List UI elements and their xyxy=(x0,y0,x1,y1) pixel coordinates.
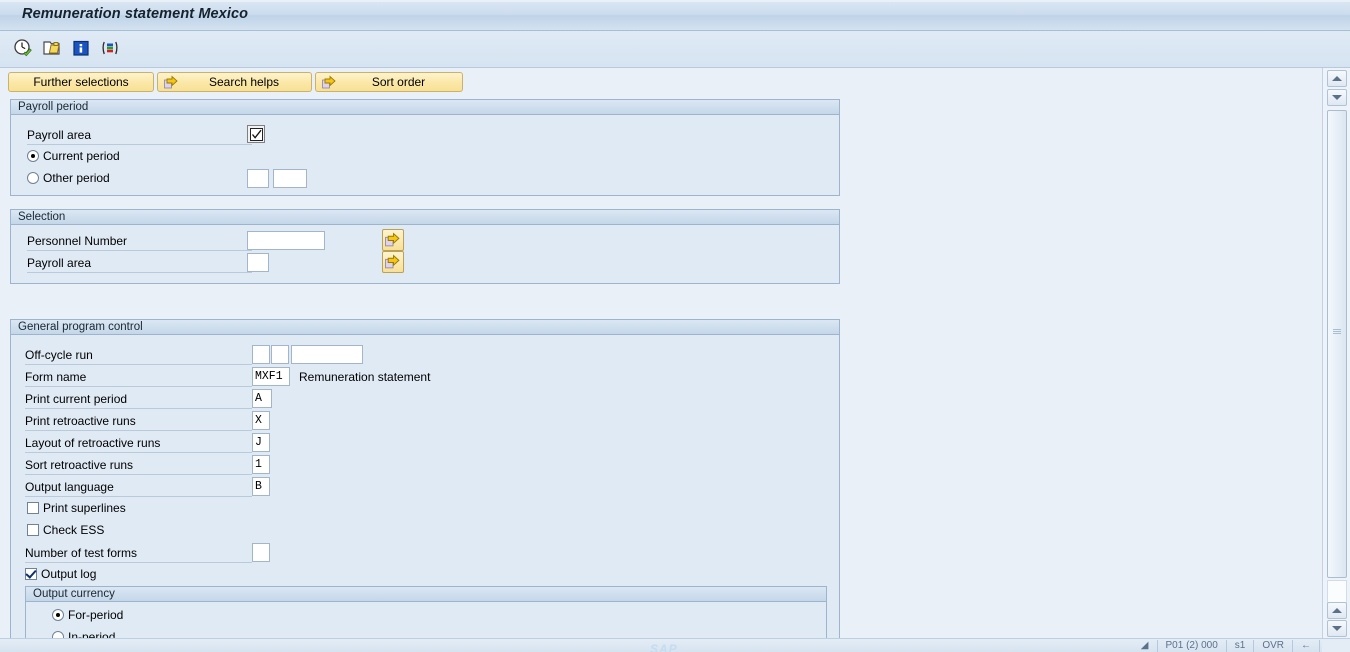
other-period-input-1[interactable] xyxy=(247,169,269,188)
number-of-test-forms-label: Number of test forms xyxy=(25,543,252,563)
scrollbar-thumb[interactable] xyxy=(1327,110,1347,578)
chevron-up-icon xyxy=(1332,76,1342,81)
further-selections-label: Further selections xyxy=(33,75,129,89)
sort-retroactive-runs-label: Sort retroactive runs xyxy=(25,455,252,475)
group-general-program-control-body: Off-cycle run Form name Remuneration sta… xyxy=(11,335,839,638)
group-selection-body: Personnel Number Payroll area xyxy=(11,225,839,283)
checkbox-print-superlines[interactable] xyxy=(27,502,39,514)
scroll-up-button[interactable] xyxy=(1327,70,1347,87)
status-bar: SAP ◢ P01 (2) 000 s1 OVR ← ⎙ xyxy=(0,638,1350,652)
payroll-area-label: Payroll area xyxy=(27,125,252,145)
group-output-currency-title: Output currency xyxy=(26,587,826,602)
off-cycle-run-input-2[interactable] xyxy=(271,345,289,364)
personnel-number-input[interactable] xyxy=(247,231,325,250)
off-cycle-run-input-3[interactable] xyxy=(291,345,363,364)
other-period-input-2[interactable] xyxy=(273,169,307,188)
search-helps-button[interactable]: Search helps xyxy=(157,72,312,92)
group-payroll-period-body: Payroll area Current period Other period xyxy=(11,115,839,195)
sort-order-label: Sort order xyxy=(371,75,426,89)
radio-in-period[interactable] xyxy=(52,631,64,638)
output-language-label: Output language xyxy=(25,477,252,497)
checkbox-print-superlines-label: Print superlines xyxy=(43,501,126,515)
group-selection-title: Selection xyxy=(11,210,839,225)
save-variant-icon[interactable] xyxy=(41,37,63,59)
group-payroll-period: Payroll period Payroll area Current peri… xyxy=(10,99,840,196)
personnel-number-multi-select-button[interactable] xyxy=(382,229,404,251)
application-toolbar: © www.tutorialkart.com xyxy=(0,31,1350,93)
status-server-cell: s1 xyxy=(1225,640,1254,652)
group-selection: Selection Personnel Number Payroll area xyxy=(10,209,840,284)
group-payroll-period-title: Payroll period xyxy=(11,100,839,115)
form-name-input[interactable] xyxy=(252,367,290,386)
print-current-period-input[interactable] xyxy=(252,389,272,408)
window-title-bar: Remuneration statement Mexico xyxy=(0,0,1350,31)
group-output-currency: Output currency For-period In-period xyxy=(25,586,827,638)
title-highlight-line xyxy=(0,0,1350,2)
yellow-arrow-icon xyxy=(164,74,179,90)
chevron-up-icon xyxy=(1332,608,1342,613)
chevron-down-icon xyxy=(1332,95,1342,100)
layout-of-retroactive-runs-label: Layout of retroactive runs xyxy=(25,433,252,453)
layout-of-retroactive-runs-input[interactable] xyxy=(252,433,270,452)
status-bar-corner xyxy=(1322,639,1350,652)
radio-for-period[interactable] xyxy=(52,609,64,621)
search-helps-label: Search helps xyxy=(208,75,280,89)
vertical-scrollbar[interactable] xyxy=(1322,68,1350,638)
personnel-number-label: Personnel Number xyxy=(27,231,252,251)
further-selections-button[interactable]: Further selections xyxy=(8,72,154,92)
yellow-arrow-icon xyxy=(322,74,337,90)
scroll-page-up-button[interactable] xyxy=(1327,602,1347,619)
multiple-selection-icon[interactable] xyxy=(99,37,121,59)
off-cycle-run-label: Off-cycle run xyxy=(25,345,252,365)
print-retroactive-runs-label: Print retroactive runs xyxy=(25,411,252,431)
radio-for-period-label: For-period xyxy=(68,608,124,622)
radio-other-period-label: Other period xyxy=(43,171,110,185)
toolbar-icon-group xyxy=(12,37,121,59)
selection-payroll-area-multi-select-button[interactable] xyxy=(382,251,404,273)
radio-other-period[interactable] xyxy=(27,172,39,184)
scroll-page-down-button[interactable] xyxy=(1327,620,1347,637)
payroll-area-checkbox-button[interactable] xyxy=(247,125,265,143)
chevron-down-icon xyxy=(1332,626,1342,631)
number-of-test-forms-input[interactable] xyxy=(252,543,270,562)
checkbox-check-ess[interactable] xyxy=(27,524,39,536)
print-current-period-label: Print current period xyxy=(25,389,252,409)
action-button-row: Further selections Search helps Sort ord… xyxy=(8,72,463,92)
selection-payroll-area-label: Payroll area xyxy=(27,253,252,273)
status-resize-handle[interactable]: ← xyxy=(1292,640,1319,652)
checkbox-output-log[interactable] xyxy=(25,568,37,580)
selection-payroll-area-input[interactable] xyxy=(247,253,269,272)
print-retroactive-runs-input[interactable] xyxy=(252,411,270,430)
output-language-input[interactable] xyxy=(252,477,270,496)
status-system-cell[interactable]: P01 (2) 000 xyxy=(1156,640,1226,652)
status-cursor-icon: ◢ xyxy=(1140,640,1149,651)
status-insert-mode-cell[interactable]: OVR xyxy=(1253,640,1292,652)
scroll-down-button[interactable] xyxy=(1327,89,1347,106)
radio-in-period-label: In-period xyxy=(68,630,116,638)
execute-clock-icon[interactable] xyxy=(12,37,34,59)
radio-current-period-label: Current period xyxy=(43,149,120,163)
group-general-program-control-title: General program control xyxy=(11,320,839,335)
off-cycle-run-input-1[interactable] xyxy=(252,345,270,364)
selection-screen-content: Further selections Search helps Sort ord… xyxy=(0,68,1322,638)
sort-order-button[interactable]: Sort order xyxy=(315,72,463,92)
group-general-program-control: General program control Off-cycle run Fo… xyxy=(10,319,840,638)
page-title: Remuneration statement Mexico xyxy=(22,6,249,22)
group-output-currency-body: For-period In-period xyxy=(26,602,826,638)
form-name-description: Remuneration statement xyxy=(299,370,431,384)
info-icon[interactable] xyxy=(70,37,92,59)
checkbox-output-log-label: Output log xyxy=(41,567,97,581)
form-name-label: Form name xyxy=(25,367,252,387)
sap-logo: SAP xyxy=(650,642,678,652)
radio-current-period[interactable] xyxy=(27,150,39,162)
sort-retroactive-runs-input[interactable] xyxy=(252,455,270,474)
status-bar-cells: ◢ P01 (2) 000 s1 OVR ← ⎙ xyxy=(1133,640,1344,652)
sap-application-window: Remuneration statement Mexico Further se… xyxy=(0,0,1350,652)
checkbox-check-ess-label: Check ESS xyxy=(43,523,105,537)
scrollbar-grip-icon xyxy=(1333,329,1341,335)
